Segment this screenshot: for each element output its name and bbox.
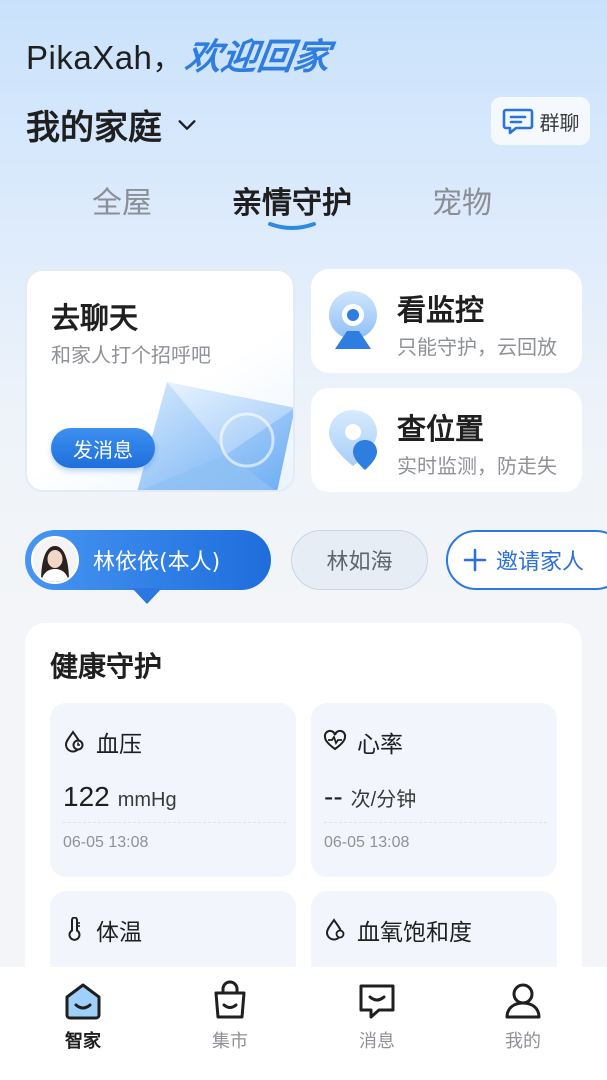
metric-unit: mmHg — [117, 789, 177, 811]
metric-blood-pressure[interactable]: 血压 122 mmHg 06-05 13:08 — [50, 703, 296, 877]
location-card-title: 查位置 — [397, 412, 485, 446]
nav-item-profile[interactable]: 我的 — [478, 979, 568, 1053]
health-panel: 健康守护 血压 122 mmHg 06-05 13:08 心率 -- 次/分钟 … — [25, 623, 582, 1065]
bottom-nav: 智家 集市 消息 我的 — [0, 967, 607, 1080]
thermometer-icon — [68, 917, 81, 941]
message-icon — [359, 984, 395, 1019]
member-chip-self[interactable]: 林依依(本人) — [25, 530, 271, 590]
invite-family-button[interactable]: 邀请家人 — [446, 530, 607, 590]
member-self-name: 林依依(本人) — [93, 550, 221, 575]
metric-value: -- — [324, 781, 343, 812]
monitor-card[interactable]: 看监控 只能守护，云回放 — [311, 269, 582, 373]
location-pin-icon — [329, 410, 377, 470]
group-chat-label: 群聊 — [539, 110, 580, 135]
metric-value-row: 122 mmHg — [63, 781, 177, 813]
nav-item-messages[interactable]: 消息 — [332, 979, 422, 1053]
welcome-text: 欢迎回家 — [183, 36, 333, 78]
tab-pets[interactable]: 宠物 — [432, 178, 492, 222]
home-selector[interactable]: 我的家庭 — [26, 100, 198, 149]
home-name: 我的家庭 — [26, 108, 162, 148]
blood-oxygen-icon — [325, 918, 345, 941]
chat-bubble-icon — [502, 108, 533, 135]
nav-item-market[interactable]: 集市 — [185, 979, 275, 1053]
nav-item-home[interactable]: 智家 — [38, 979, 128, 1053]
blood-pressure-icon — [64, 730, 84, 753]
envelope-icon — [137, 382, 293, 490]
user-name: PikaXah — [26, 39, 153, 76]
divider — [63, 822, 286, 823]
chat-card-title: 去聊天 — [51, 301, 139, 335]
tab-whole-house[interactable]: 全屋 — [92, 178, 152, 222]
greeting: PikaXah ， 欢迎回家 — [26, 28, 333, 80]
chevron-down-icon — [178, 119, 196, 130]
active-tab-indicator — [268, 222, 316, 230]
health-title: 健康守护 — [50, 650, 163, 683]
home-icon — [65, 983, 101, 1020]
group-chat-button[interactable]: 群聊 — [491, 97, 590, 145]
location-card-subtitle: 实时监测，防走失 — [397, 454, 557, 478]
monitor-card-title: 看监控 — [397, 293, 485, 327]
divider — [324, 822, 547, 823]
nav-label: 智家 — [65, 1031, 101, 1052]
nav-label: 集市 — [212, 1031, 248, 1052]
send-message-button[interactable]: 发消息 — [51, 428, 155, 468]
plus-icon — [463, 548, 487, 572]
camera-icon — [329, 291, 377, 349]
metric-time: 06-05 13:08 — [63, 834, 149, 851]
member-chip-other[interactable]: 林如海 — [291, 530, 428, 590]
metric-time: 06-05 13:08 — [324, 834, 410, 851]
metric-unit: 次/分钟 — [350, 789, 417, 811]
greeting-comma: ， — [152, 42, 183, 77]
tab-bar: 全屋 亲情守护 宠物 — [0, 178, 607, 238]
profile-icon — [505, 983, 541, 1019]
metric-name: 心率 — [357, 732, 403, 758]
metric-value-row: -- 次/分钟 — [324, 781, 416, 813]
metric-name: 体温 — [96, 920, 142, 946]
metric-name: 血氧饱和度 — [357, 920, 472, 946]
invite-label: 邀请家人 — [496, 550, 585, 575]
chat-card[interactable]: 去聊天 和家人打个招呼吧 发消息 — [25, 269, 295, 492]
avatar — [31, 536, 79, 584]
metric-value: 122 — [63, 781, 110, 812]
shopping-bag-icon — [214, 980, 246, 1019]
tab-family-care[interactable]: 亲情守护 — [232, 178, 352, 222]
monitor-card-subtitle: 只能守护，云回放 — [397, 335, 557, 359]
heart-rate-icon — [323, 729, 347, 751]
avatar-portrait — [33, 538, 77, 582]
selected-member-pointer — [132, 588, 162, 604]
nav-label: 我的 — [505, 1031, 541, 1052]
metric-heart-rate[interactable]: 心率 -- 次/分钟 06-05 13:08 — [311, 703, 557, 877]
nav-label: 消息 — [359, 1031, 395, 1052]
metric-name: 血压 — [96, 732, 142, 758]
location-card[interactable]: 查位置 实时监测，防走失 — [311, 388, 582, 492]
